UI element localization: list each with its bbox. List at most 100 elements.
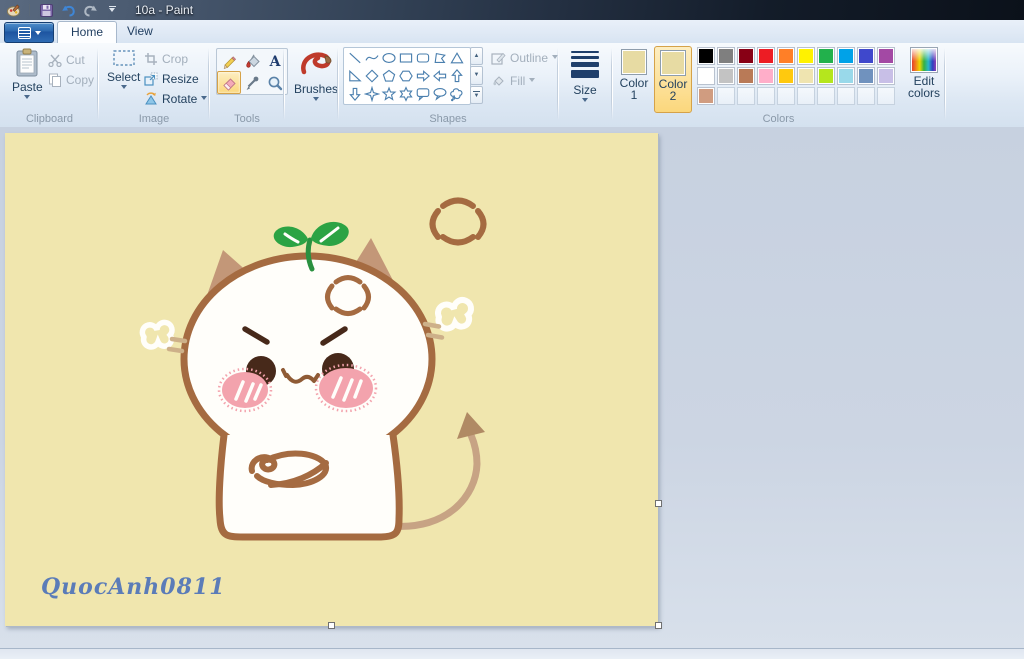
- shape-pentagon[interactable]: [380, 67, 397, 85]
- shape-star-6[interactable]: [397, 85, 414, 103]
- shape-line[interactable]: [346, 49, 363, 67]
- undo-icon[interactable]: [59, 2, 77, 18]
- color1-button[interactable]: Color 1: [616, 46, 652, 111]
- palette-swatch-empty[interactable]: [797, 87, 815, 105]
- shape-rounded-rectangle[interactable]: [414, 49, 431, 67]
- palette-swatch-empty[interactable]: [817, 87, 835, 105]
- shape-arrow-up[interactable]: [448, 67, 465, 85]
- application-menu-button[interactable]: [4, 22, 54, 43]
- paste-button[interactable]: Paste: [9, 46, 46, 104]
- group-shapes: ▲ ▼ ▼ Outline Fill Shapes: [339, 43, 559, 127]
- palette-swatch[interactable]: [837, 67, 855, 85]
- chevron-down-icon: [120, 85, 127, 92]
- chevron-down-icon: [34, 31, 41, 38]
- pencil-tool[interactable]: [218, 50, 240, 71]
- palette-swatch[interactable]: [877, 67, 895, 85]
- shape-arrow-down[interactable]: [346, 85, 363, 103]
- shape-ellipse[interactable]: [380, 49, 397, 67]
- palette-swatch[interactable]: [777, 67, 795, 85]
- select-label: Select: [107, 70, 141, 84]
- shape-callout-rounded[interactable]: [414, 85, 431, 103]
- shape-callout-cloud[interactable]: [448, 85, 465, 103]
- shape-curve[interactable]: [363, 49, 380, 67]
- palette-swatch[interactable]: [697, 47, 715, 65]
- palette-swatch[interactable]: [717, 47, 735, 65]
- shape-hexagon[interactable]: [397, 67, 414, 85]
- color-picker-tool[interactable]: [241, 72, 263, 93]
- shape-rectangle[interactable]: [397, 49, 414, 67]
- shapes-scroll-down-button[interactable]: ▼: [470, 66, 483, 85]
- workspace: QuocAnh0811: [0, 127, 1024, 648]
- resize-button[interactable]: Resize: [144, 70, 199, 88]
- group-divider: [611, 48, 613, 120]
- palette-swatch[interactable]: [877, 47, 895, 65]
- redo-icon[interactable]: [81, 2, 99, 18]
- palette-swatch-empty[interactable]: [757, 87, 775, 105]
- palette-swatch[interactable]: [857, 47, 875, 65]
- paint-window: 10a - Paint Home View Paste Cut Copy Cli…: [0, 0, 1024, 659]
- group-clipboard: Paste Cut Copy Clipboard: [2, 43, 97, 127]
- canvas-resize-handle-right[interactable]: [655, 500, 662, 507]
- fill-bucket-tool[interactable]: [241, 50, 263, 71]
- palette-swatch[interactable]: [737, 47, 755, 65]
- fill-button[interactable]: Fill: [491, 72, 536, 90]
- shape-arrow-left[interactable]: [431, 67, 448, 85]
- shapes-scroll-up-button[interactable]: ▲: [470, 47, 483, 66]
- brushes-button[interactable]: Brushes: [291, 46, 341, 106]
- shape-right-triangle[interactable]: [346, 67, 363, 85]
- paint-canvas[interactable]: QuocAnh0811: [5, 133, 658, 626]
- customize-quick-access-icon[interactable]: [103, 2, 121, 18]
- outline-button[interactable]: Outline: [491, 49, 559, 67]
- tab-home[interactable]: Home: [57, 21, 118, 43]
- palette-swatch[interactable]: [757, 67, 775, 85]
- palette-swatch[interactable]: [777, 47, 795, 65]
- palette-swatch[interactable]: [797, 67, 815, 85]
- save-icon[interactable]: [37, 2, 55, 18]
- palette-swatch[interactable]: [857, 67, 875, 85]
- palette-swatch-empty[interactable]: [777, 87, 795, 105]
- edit-colors-button[interactable]: Edit colors: [903, 47, 945, 99]
- palette-swatch[interactable]: [837, 47, 855, 65]
- palette-swatch-empty[interactable]: [877, 87, 895, 105]
- shape-callout-oval[interactable]: [431, 85, 448, 103]
- shape-diamond[interactable]: [363, 67, 380, 85]
- rotate-button[interactable]: Rotate: [144, 90, 208, 108]
- palette-swatch[interactable]: [697, 67, 715, 85]
- color2-button[interactable]: Color 2: [654, 46, 692, 113]
- size-button[interactable]: Size: [567, 49, 603, 107]
- palette-swatch[interactable]: [717, 67, 735, 85]
- eraser-tool[interactable]: [217, 71, 241, 94]
- select-rectangle-icon: [113, 50, 135, 66]
- shape-polygon[interactable]: [431, 49, 448, 67]
- palette-swatch[interactable]: [737, 67, 755, 85]
- palette-swatch[interactable]: [697, 87, 715, 105]
- cat-tail-arrowhead: [457, 412, 485, 439]
- palette-swatch-empty[interactable]: [717, 87, 735, 105]
- shapes-more-button[interactable]: ▼: [470, 85, 483, 104]
- group-label-shapes: Shapes: [429, 113, 467, 125]
- shape-star-4[interactable]: [363, 85, 380, 103]
- paint-app-icon[interactable]: [4, 2, 22, 18]
- palette-swatch[interactable]: [797, 47, 815, 65]
- shape-triangle[interactable]: [448, 49, 465, 67]
- tab-view[interactable]: View: [114, 21, 166, 42]
- cut-button[interactable]: Cut: [48, 51, 85, 69]
- quick-access-toolbar: [0, 2, 121, 18]
- brushes-label: Brushes: [294, 82, 339, 96]
- canvas-resize-handle-bottom[interactable]: [328, 622, 335, 629]
- shape-star-5[interactable]: [380, 85, 397, 103]
- menu-list-icon: [17, 26, 31, 39]
- palette-swatch[interactable]: [757, 47, 775, 65]
- eyedropper-icon: [246, 76, 259, 90]
- palette-swatch[interactable]: [817, 67, 835, 85]
- palette-swatch[interactable]: [817, 47, 835, 65]
- crop-button[interactable]: Crop: [144, 50, 188, 68]
- shape-arrow-right[interactable]: [414, 67, 431, 85]
- palette-swatch-empty[interactable]: [737, 87, 755, 105]
- copy-button[interactable]: Copy: [48, 71, 94, 89]
- palette-swatch-empty[interactable]: [857, 87, 875, 105]
- select-button[interactable]: Select: [104, 46, 143, 94]
- canvas-resize-handle-corner[interactable]: [655, 622, 662, 629]
- color1-label: Color 1: [619, 76, 649, 102]
- palette-swatch-empty[interactable]: [837, 87, 855, 105]
